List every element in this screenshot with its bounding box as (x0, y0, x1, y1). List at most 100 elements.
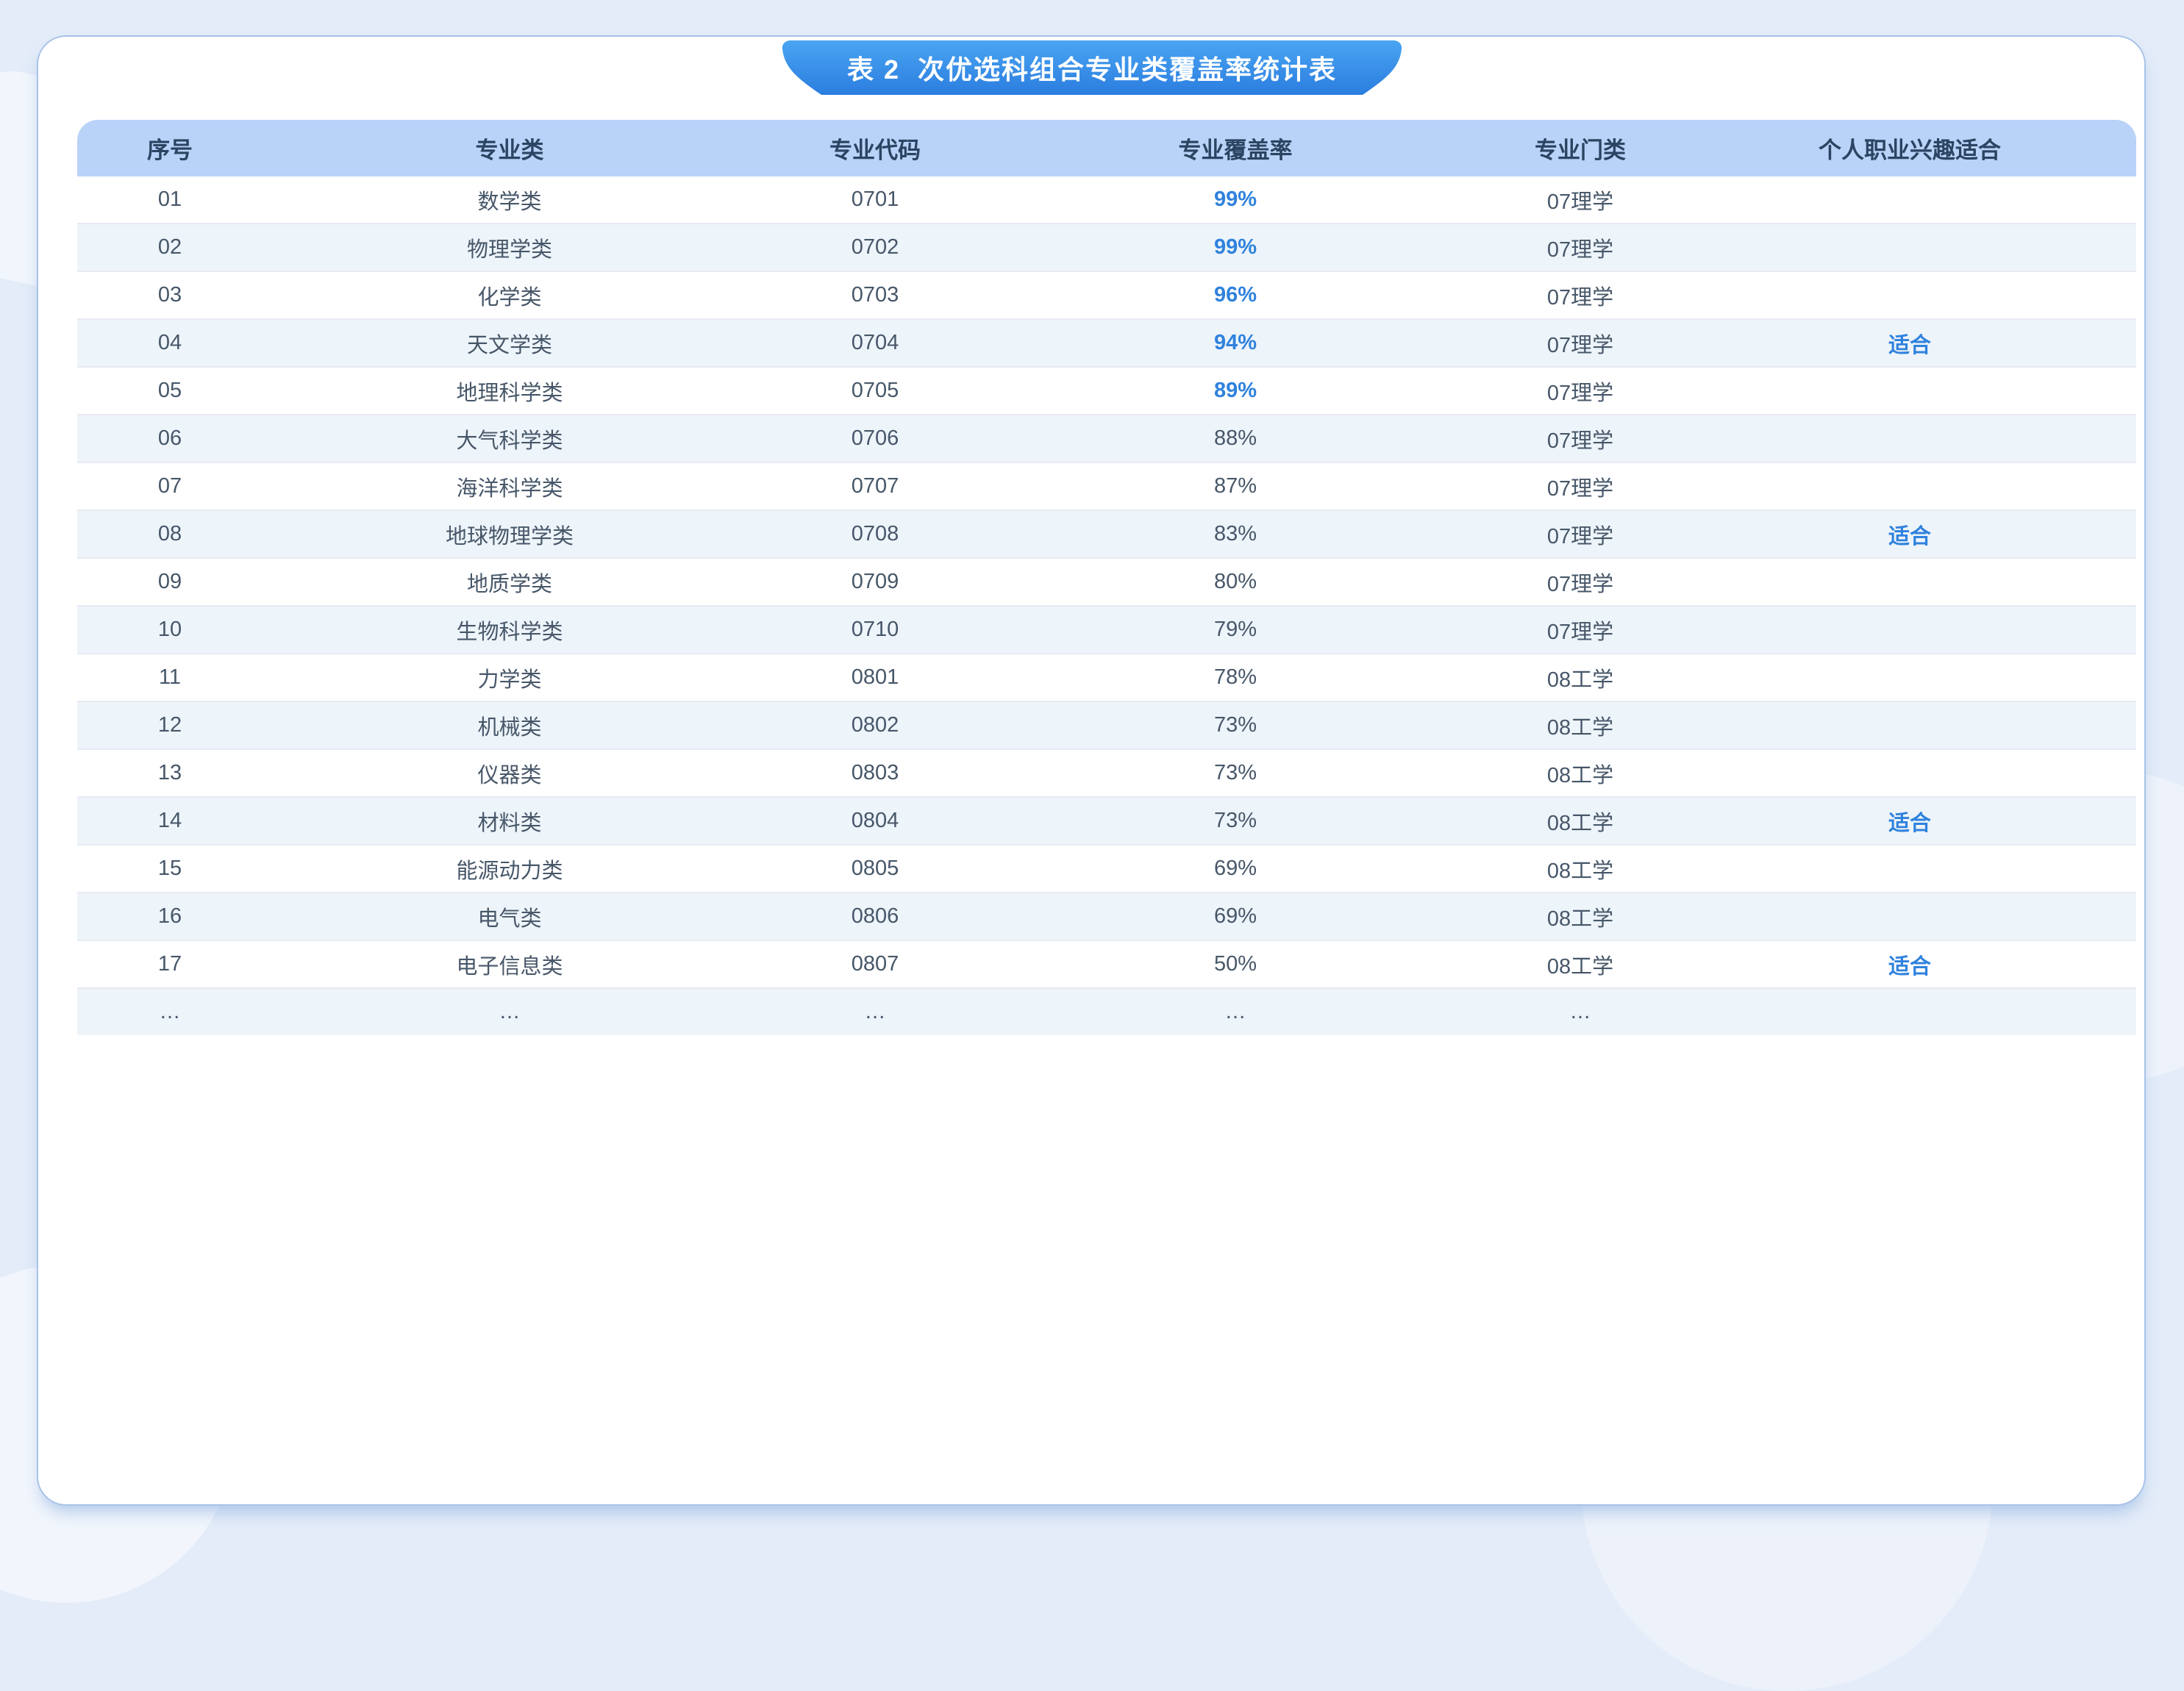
cell-code: 0806 (757, 892, 993, 940)
cell-coverage: 73% (993, 796, 1477, 844)
cell-coverage: … (993, 987, 1477, 1035)
table-row: … … … … … (77, 987, 2136, 1035)
cell-category: 力学类 (263, 653, 757, 701)
cell-category: 化学类 (263, 271, 757, 318)
cell-fit (1683, 844, 2136, 892)
cell-category: 地质学类 (263, 557, 757, 605)
cell-serial: 07 (77, 462, 263, 510)
cell-code: 0710 (757, 605, 993, 653)
cell-coverage: 73% (993, 701, 1477, 748)
table-row: 01 数学类 0701 99% 07理学 (77, 176, 2136, 223)
cell-serial: 03 (77, 271, 263, 318)
cell-serial: 14 (77, 796, 263, 844)
cell-fit (1683, 414, 2136, 462)
table-row: 11 力学类 0801 78% 08工学 (77, 653, 2136, 701)
column-header-category: 专业类 (263, 120, 757, 176)
cell-discipline: 07理学 (1477, 223, 1683, 271)
cell-serial: … (77, 987, 263, 1035)
cell-code: … (757, 987, 993, 1035)
cell-category: 材料类 (263, 796, 757, 844)
table-row: 09 地质学类 0709 80% 07理学 (77, 557, 2136, 605)
cell-serial: 06 (77, 414, 263, 462)
table-header-row: 序号 专业类 专业代码 专业覆盖率 专业门类 个人职业兴趣适合 (77, 120, 2136, 176)
cell-serial: 12 (77, 701, 263, 748)
cell-serial: 08 (77, 510, 263, 557)
cell-serial: 09 (77, 557, 263, 605)
cell-serial: 04 (77, 318, 263, 366)
table-title-banner: 表 2 次优选科组合专业类覆盖率统计表 (782, 40, 1402, 95)
cell-fit (1683, 271, 2136, 318)
cell-discipline: 07理学 (1477, 176, 1683, 223)
table-row: 05 地理科学类 0705 89% 07理学 (77, 366, 2136, 414)
cell-fit (1683, 701, 2136, 748)
cell-fit (1683, 987, 2136, 1035)
cell-discipline: 07理学 (1477, 318, 1683, 366)
cell-fit: 适合 (1683, 940, 2136, 987)
cell-coverage: 80% (993, 557, 1477, 605)
cell-discipline: 07理学 (1477, 462, 1683, 510)
cell-coverage: 99% (993, 223, 1477, 271)
cell-discipline: 07理学 (1477, 557, 1683, 605)
cell-coverage: 69% (993, 844, 1477, 892)
cell-category: 海洋科学类 (263, 462, 757, 510)
cell-category: 数学类 (263, 176, 757, 223)
cell-fit: 适合 (1683, 510, 2136, 557)
table-row: 13 仪器类 0803 73% 08工学 (77, 748, 2136, 796)
cell-coverage: 79% (993, 605, 1477, 653)
cell-discipline: … (1477, 987, 1683, 1035)
cell-code: 0703 (757, 271, 993, 318)
cell-discipline: 07理学 (1477, 366, 1683, 414)
cell-discipline: 07理学 (1477, 605, 1683, 653)
table-row: 15 能源动力类 0805 69% 08工学 (77, 844, 2136, 892)
cell-discipline: 08工学 (1477, 701, 1683, 748)
cell-code: 0701 (757, 176, 993, 223)
cell-code: 0807 (757, 940, 993, 987)
cell-category: 天文学类 (263, 318, 757, 366)
cell-serial: 16 (77, 892, 263, 940)
table-row: 10 生物科学类 0710 79% 07理学 (77, 605, 2136, 653)
table-row: 17 电子信息类 0807 50% 08工学 适合 (77, 940, 2136, 987)
cell-category: 能源动力类 (263, 844, 757, 892)
cell-category: 电气类 (263, 892, 757, 940)
cell-category: 大气科学类 (263, 414, 757, 462)
cell-fit (1683, 748, 2136, 796)
cell-coverage: 88% (993, 414, 1477, 462)
cell-category: 地理科学类 (263, 366, 757, 414)
table-body: 01 数学类 0701 99% 07理学 02 物理学类 0702 99% 07… (77, 176, 2136, 1035)
cell-code: 0709 (757, 557, 993, 605)
cell-fit: 适合 (1683, 318, 2136, 366)
column-header-fit: 个人职业兴趣适合 (1683, 120, 2136, 176)
cell-code: 0707 (757, 462, 993, 510)
cell-discipline: 08工学 (1477, 653, 1683, 701)
cell-coverage: 99% (993, 176, 1477, 223)
cell-fit (1683, 366, 2136, 414)
cell-discipline: 07理学 (1477, 271, 1683, 318)
cell-serial: 05 (77, 366, 263, 414)
table-row: 06 大气科学类 0706 88% 07理学 (77, 414, 2136, 462)
cell-code: 0705 (757, 366, 993, 414)
table-row: 16 电气类 0806 69% 08工学 (77, 892, 2136, 940)
table-row: 07 海洋科学类 0707 87% 07理学 (77, 462, 2136, 510)
cell-fit (1683, 462, 2136, 510)
cell-discipline: 08工学 (1477, 748, 1683, 796)
cell-discipline: 08工学 (1477, 892, 1683, 940)
table-row: 03 化学类 0703 96% 07理学 (77, 271, 2136, 318)
column-header-serial: 序号 (77, 120, 263, 176)
cell-serial: 17 (77, 940, 263, 987)
coverage-table: 序号 专业类 专业代码 专业覆盖率 专业门类 个人职业兴趣适合 01 数学类 0… (77, 120, 2136, 1035)
cell-serial: 15 (77, 844, 263, 892)
cell-coverage: 69% (993, 892, 1477, 940)
cell-code: 0804 (757, 796, 993, 844)
table-row: 08 地球物理学类 0708 83% 07理学 适合 (77, 510, 2136, 557)
table-row: 12 机械类 0802 73% 08工学 (77, 701, 2136, 748)
cell-fit (1683, 176, 2136, 223)
column-header-code: 专业代码 (757, 120, 993, 176)
cell-serial: 10 (77, 605, 263, 653)
cell-code: 0704 (757, 318, 993, 366)
cell-coverage: 96% (993, 271, 1477, 318)
cell-coverage: 83% (993, 510, 1477, 557)
cell-code: 0801 (757, 653, 993, 701)
cell-code: 0702 (757, 223, 993, 271)
cell-coverage: 50% (993, 940, 1477, 987)
cell-fit (1683, 653, 2136, 701)
